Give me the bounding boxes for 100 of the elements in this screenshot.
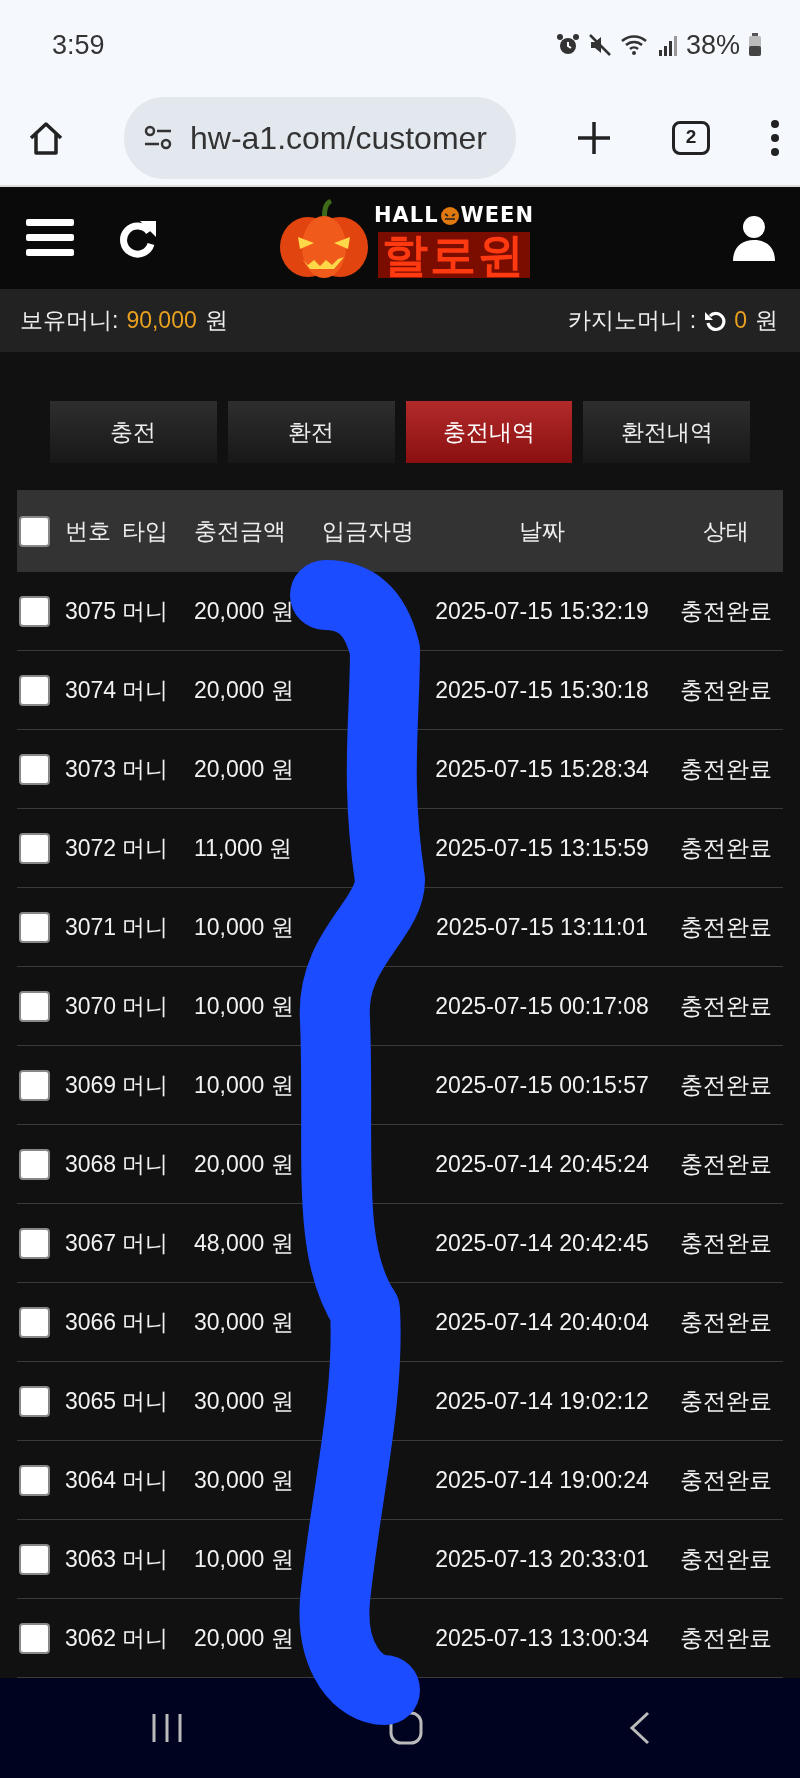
table-cell-text: 충전완료 [678,596,773,626]
table-cell-text: 48,000 원 [193,1228,295,1258]
table-cell-text: 2025-07-13 20:33:01 [434,1544,650,1574]
checkbox[interactable] [19,1069,50,1101]
table-cell-text: 3068 [65,1149,118,1179]
table-cell-text: 머니 [122,1070,169,1100]
table-cell-text: 충전완료 [678,675,773,705]
table-cell-text: 머니 [122,1149,169,1179]
table-cell-text: 머니 [122,912,169,942]
back-icon[interactable] [627,1711,650,1745]
table-cell-text: 3066 [65,1307,118,1337]
menu-icon[interactable] [768,117,782,158]
table-cell-text: 머니 [122,596,169,626]
checkbox[interactable] [19,1306,50,1338]
table-cell-text: 10,000 원 [193,1544,295,1574]
casino-balance-label: 카지노머니 : [568,306,697,336]
table-cell-text: 2025-07-14 19:00:24 [434,1465,650,1495]
table-cell-text: 2025-07-14 20:40:04 [434,1307,650,1337]
table-cell-text: 3075 [65,596,118,626]
tab[interactable]: 환전 [227,401,395,463]
table-cell-text: 2025-07-15 13:15:59 [434,833,650,863]
table-cell-text: 30,000 원 [193,1307,295,1337]
user-icon[interactable] [732,215,776,261]
checkbox[interactable] [19,1148,50,1180]
address-bar[interactable]: hw-a1.com/customer [124,96,516,179]
table-cell-text: 30,000 원 [193,1386,295,1416]
table-cell-text: 3062 [65,1623,118,1653]
table-cell-text: 충전완료 [678,1386,773,1416]
column-header: 번호 [65,516,112,546]
table-cell-text: 10,000 원 [193,912,295,942]
table-cell-text: 2025-07-15 13:11:01 [435,912,649,942]
table-cell-text: 머니 [122,833,169,863]
column-header: 날짜 [518,516,566,546]
checkbox[interactable] [19,1227,50,1259]
table-cell-text: 머니 [122,1228,169,1258]
tab[interactable]: 환전내역 [583,401,750,463]
menu-icon[interactable] [26,217,74,259]
table-cell-text: 20,000 원 [193,754,295,784]
battery-icon [748,33,762,57]
table-cell-text: 3069 [65,1070,118,1100]
pumpkin-icon [438,206,461,226]
table-cell-text: 3070 [65,991,118,1021]
checkbox[interactable] [19,911,50,943]
table-cell-text: 2025-07-14 20:42:45 [434,1228,650,1258]
checkbox[interactable] [19,753,50,785]
table-cell-text: 머니 [122,675,169,705]
column-header: 입금자명 [321,516,415,546]
table-cell-text: 11,000 원 [193,833,294,863]
table-cell-text: 2025-07-14 20:45:24 [434,1149,650,1179]
home-button-icon[interactable] [389,1711,423,1745]
recent-apps-icon[interactable] [150,1712,185,1744]
tab[interactable]: 충전 [50,401,217,463]
tab-switcher-button[interactable]: 2 [672,120,710,155]
pumpkin-icon [278,197,370,281]
table-cell-text: 3073 [65,754,118,784]
checkbox[interactable] [19,515,50,547]
site-settings-icon[interactable] [142,123,174,152]
balance-label: 보유머니: [20,306,119,336]
table-cell-text: 2025-07-15 00:17:08 [434,991,650,1021]
table-cell-text: 머니 [122,1623,169,1653]
table-cell-text: 충전완료 [678,1070,773,1100]
table-cell-text: 충전완료 [678,1544,773,1574]
logo-text: WEEN [460,202,535,230]
checkbox[interactable] [19,832,50,864]
table-cell-text: 20,000 원 [193,1623,295,1653]
signal-icon [657,34,678,56]
checkbox[interactable] [19,990,50,1022]
table-cell-text: 10,000 원 [193,991,295,1021]
table-cell-text: 3074 [65,675,118,705]
reload-icon[interactable] [704,309,727,332]
checkbox[interactable] [19,1385,50,1417]
column-header: 타입 [122,516,169,546]
table-cell-text: 20,000 원 [193,1149,295,1179]
alarm-icon [555,33,580,57]
mute-icon [587,33,612,57]
table-cell-text: 3065 [65,1386,118,1416]
table-cell-text: 머니 [122,991,169,1021]
logo-text: HALL [374,202,439,230]
column-header: 상태 [701,516,750,546]
currency-unit: 원 [204,306,228,336]
table-cell-text: 충전완료 [678,754,773,784]
checkbox[interactable] [19,1622,50,1654]
table-cell-text: 머니 [122,754,169,784]
table-cell-text: 30,000 원 [193,1465,295,1495]
table-cell-text: 충전완료 [678,1465,773,1495]
table-cell-text: 3067 [65,1228,118,1258]
column-header: 충전금액 [193,516,287,546]
table-cell-text: 2025-07-13 13:00:34 [434,1623,650,1653]
table-cell-text: 10,000 원 [193,1070,295,1100]
table-cell-text: 3072 [65,833,118,863]
table-cell-text: 3071 [65,912,118,942]
table-cell-text: 2025-07-14 19:02:12 [434,1386,650,1416]
battery-percent: 38% [685,28,740,62]
checkbox[interactable] [19,1464,50,1496]
checkbox[interactable] [19,595,50,627]
table-cell-text: 3064 [65,1465,118,1495]
table-cell-text: 머니 [122,1386,169,1416]
checkbox[interactable] [19,674,50,706]
checkbox[interactable] [19,1543,50,1575]
tab[interactable]: 충전내역 [405,401,573,463]
